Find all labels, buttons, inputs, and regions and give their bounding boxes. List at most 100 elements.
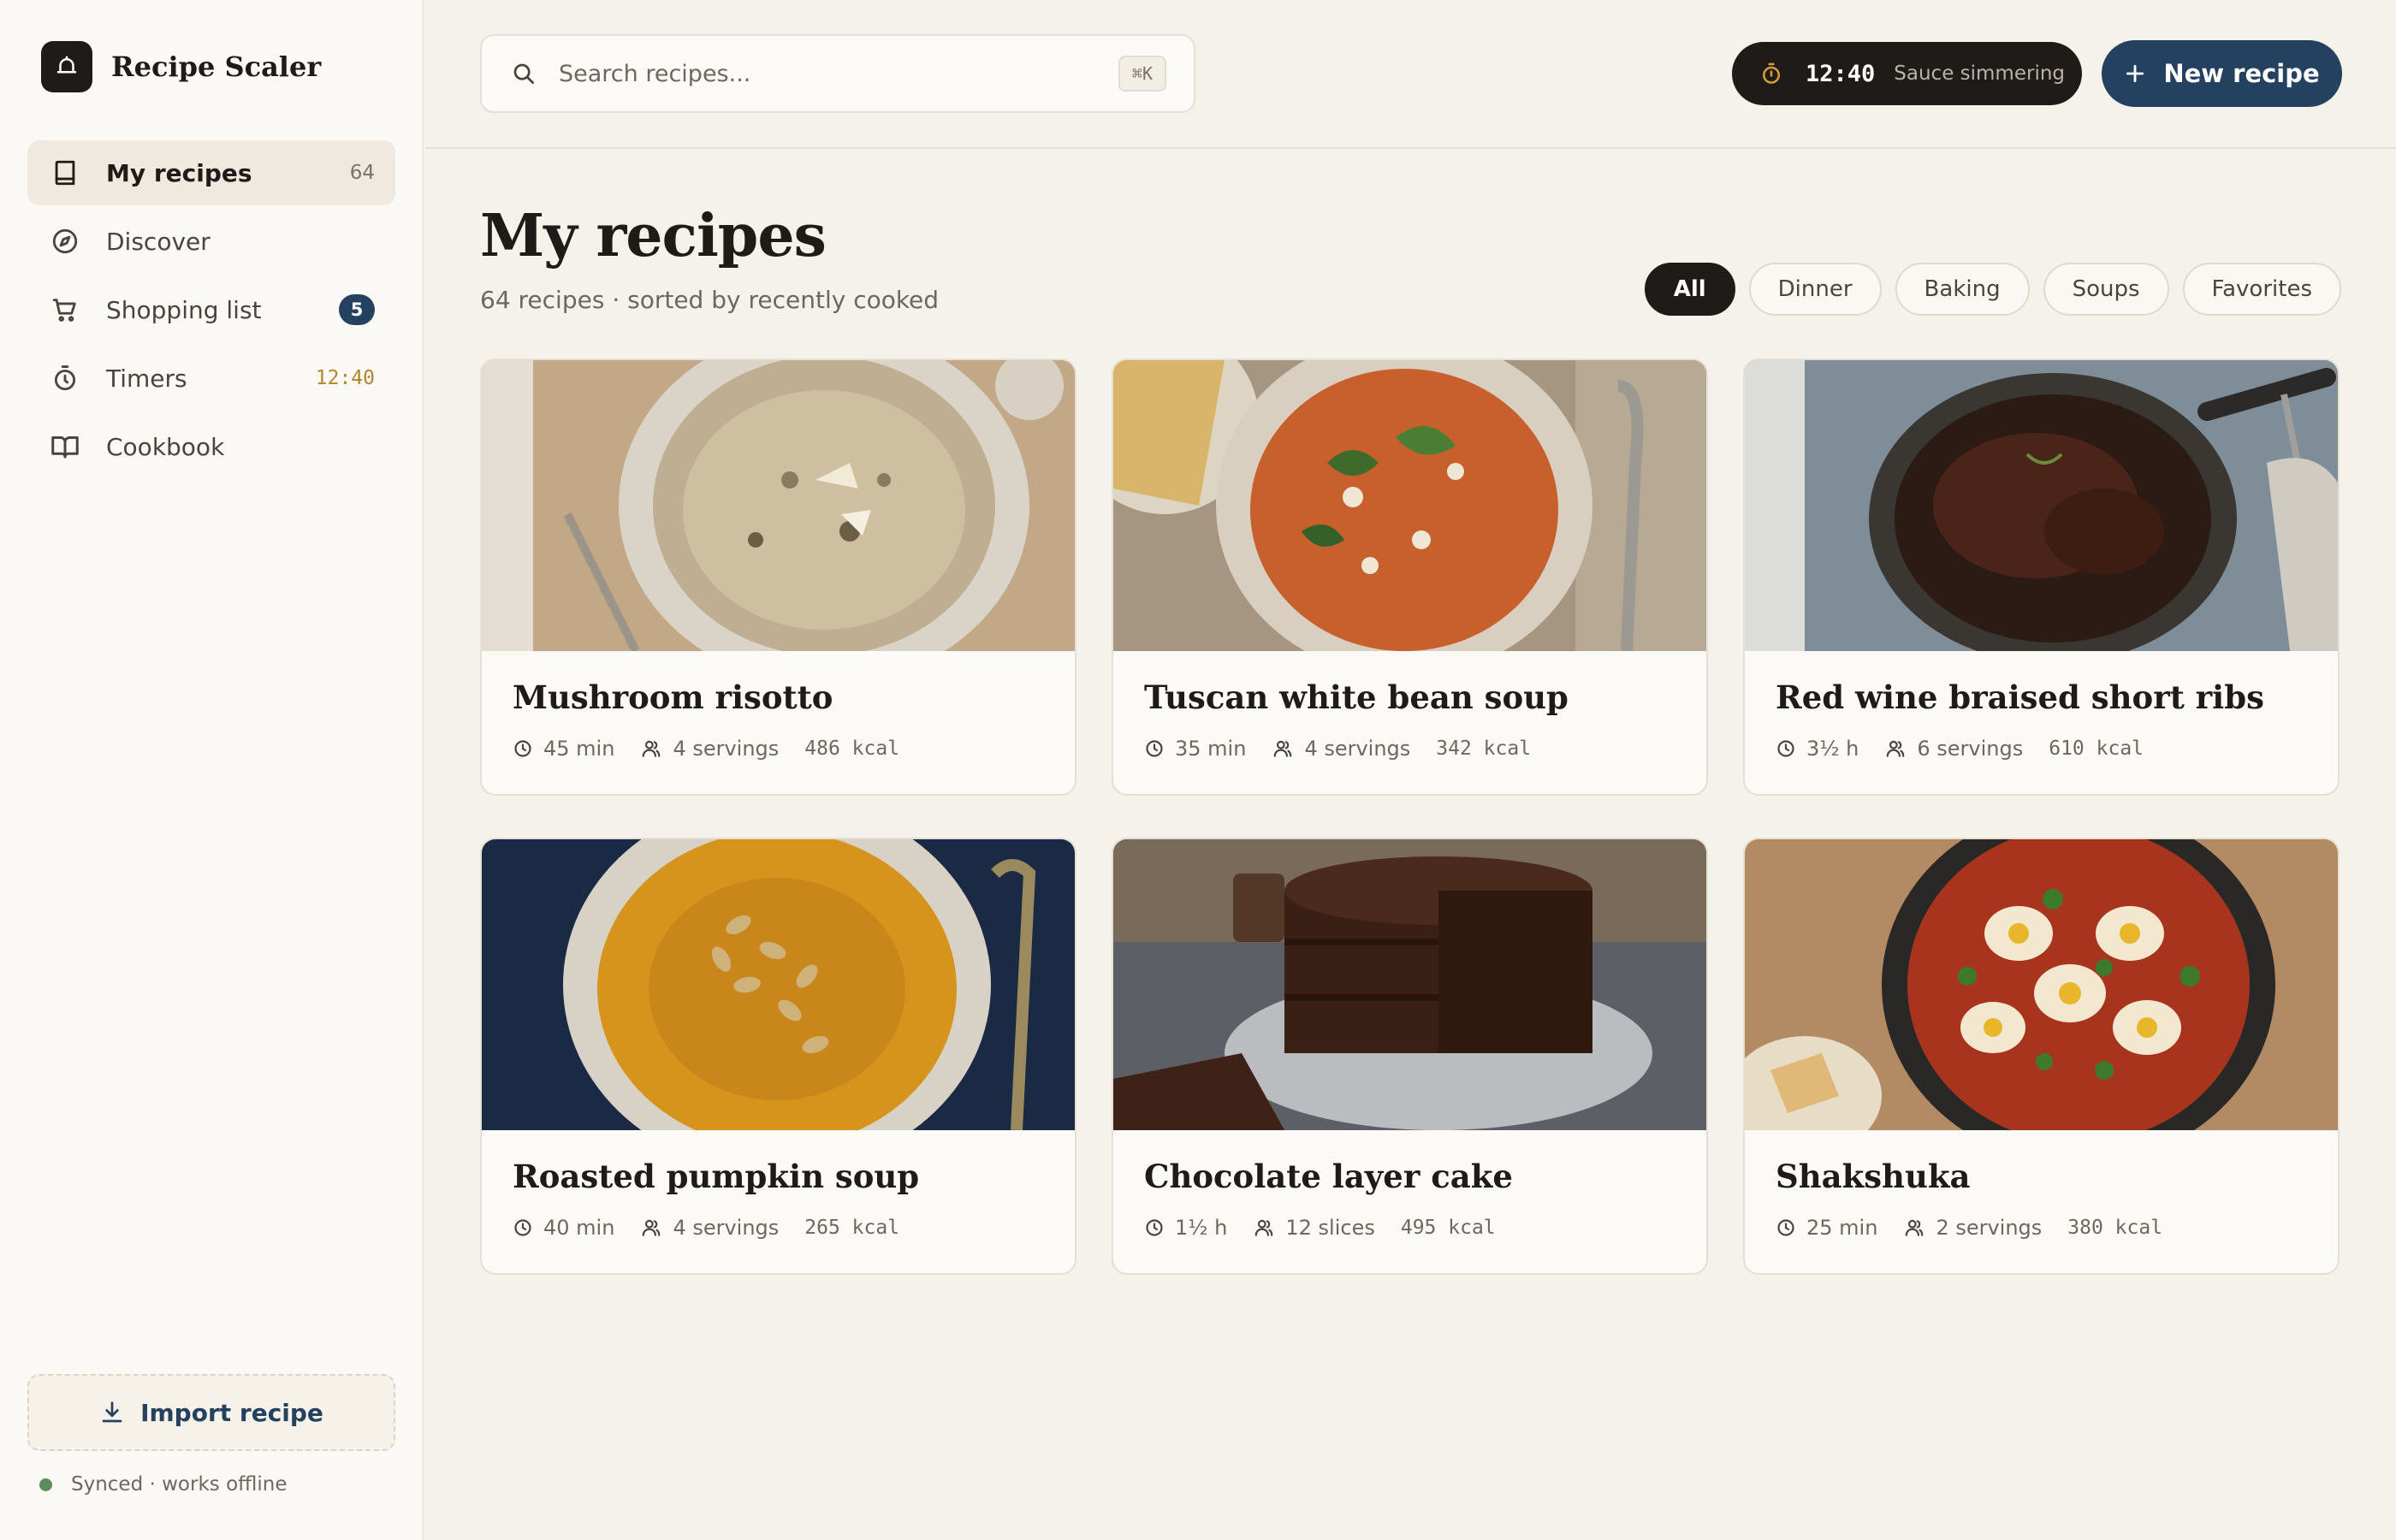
servings: 4 servings [1272,737,1410,761]
timer-remaining: 12:40 [315,367,375,389]
servings-value: 2 servings [1936,1216,2043,1240]
filter-all[interactable]: All [1644,263,1735,316]
filter-baking[interactable]: Baking [1895,263,2030,316]
import-label: Import recipe [140,1398,323,1427]
cook-time-value: 45 min [543,737,615,761]
timer-time: 12:40 [1806,60,1876,87]
person-icon [1274,740,1292,757]
cook-time: 1½ h [1144,1216,1227,1240]
recipe-card[interactable]: Red wine braised short ribs 3½ h 6 servi… [1743,358,2340,796]
stopwatch-icon [50,363,80,394]
search-icon [513,63,534,84]
recipe-photo [1745,360,2338,651]
recipe-card[interactable]: Chocolate layer cake 1½ h 12 slices 495 … [1112,838,1708,1275]
cook-time: 45 min [513,737,614,761]
cook-time-value: 35 min [1175,737,1247,761]
filter-chips: All Dinner Baking Soups Favorites [1631,263,2341,316]
cart-icon [50,294,80,325]
page-subtitle: 64 recipes · sorted by recently cooked [480,286,940,314]
cook-time: 3½ h [1776,737,1859,761]
calories: 610 kcal [2049,737,2144,760]
recipe-photo [482,360,1075,651]
recipe-title: Shakshuka [1776,1158,1971,1195]
open-book-icon [50,431,80,462]
recipe-title: Roasted pumpkin soup [513,1158,920,1195]
recipe-photo [1745,839,2338,1130]
import-recipe-button[interactable]: Import recipe [27,1374,395,1451]
search-shortcut: ⌘K [1118,56,1166,92]
servings: 4 servings [640,1216,779,1240]
person-icon [1887,740,1905,757]
recipe-card[interactable]: Roasted pumpkin soup 40 min 4 servings 2… [480,838,1076,1275]
filter-soups[interactable]: Soups [2043,263,2169,316]
active-timer[interactable]: 12:40 Sauce simmering [1732,42,2082,105]
page-title: My recipes [480,202,827,270]
recipe-title: Tuscan white bean soup [1144,678,1569,716]
servings-value: 6 servings [1917,737,2024,761]
calories: 380 kcal [2067,1217,2163,1239]
sync-status: Synced · works offline [39,1473,288,1496]
recipe-card[interactable]: Shakshuka 25 min 2 servings 380 kcal [1743,838,2340,1275]
person-icon [1906,1219,1924,1236]
sidebar-item-shopping-list[interactable]: Shopping list 5 [27,277,395,342]
cook-time: 25 min [1776,1216,1877,1240]
clock-icon [514,740,531,757]
sidebar-item-cookbook[interactable]: Cookbook [27,414,395,479]
sidebar-item-label: Timers [106,364,187,393]
sync-dot [39,1478,52,1491]
plus-icon [2126,64,2144,83]
bell-icon [41,41,92,92]
servings-value: 4 servings [673,737,780,761]
book-icon [50,157,80,188]
servings-value: 4 servings [673,1216,780,1240]
clock-icon [1146,740,1163,757]
recipe-card[interactable]: Tuscan white bean soup 35 min 4 servings… [1112,358,1708,796]
servings-value: 12 slices [1285,1216,1375,1240]
sidebar-item-timers[interactable]: Timers 12:40 [27,346,395,411]
new-recipe-button[interactable]: New recipe [2102,40,2342,107]
calories: 265 kcal [804,1217,900,1239]
person-icon [1255,1219,1273,1236]
recipe-meta: 1½ h 12 slices 495 kcal [1144,1216,1496,1240]
brand[interactable]: Recipe Scaler [41,41,321,92]
filter-favorites[interactable]: Favorites [2182,263,2341,316]
recipe-photo [1113,360,1706,651]
clock-icon [514,1219,531,1236]
recipe-photo [482,839,1075,1130]
new-recipe-label: New recipe [2163,59,2320,88]
sidebar-item-label: Cookbook [106,432,225,461]
recipe-photo [1113,839,1706,1130]
clock-icon [1777,740,1794,757]
search-box[interactable]: ⌘K [480,34,1195,113]
person-icon [643,1219,661,1236]
timer-label: Sauce simmering [1894,62,2066,85]
sidebar-item-discover[interactable]: Discover [27,209,395,274]
cook-time-value: 25 min [1806,1216,1878,1240]
search-input[interactable] [559,60,1118,87]
compass-icon [50,226,80,257]
sidebar-item-label: Discover [106,227,211,256]
cook-time-value: 3½ h [1806,737,1859,761]
app-name: Recipe Scaler [111,50,322,83]
filter-dinner[interactable]: Dinner [1748,263,1882,316]
calories: 495 kcal [1400,1217,1496,1239]
calories: 342 kcal [1436,737,1532,760]
clock-icon [1777,1219,1794,1236]
sidebar-item-my-recipes[interactable]: My recipes 64 [27,140,395,205]
recipe-count: 64 [349,162,375,184]
cook-time: 40 min [513,1216,614,1240]
recipe-meta: 25 min 2 servings 380 kcal [1776,1216,2162,1240]
timer-icon [1762,62,1781,84]
top-bar: ⌘K 12:40 Sauce simmering New recipe [425,0,2396,149]
servings: 4 servings [640,737,779,761]
cook-time-value: 40 min [543,1216,615,1240]
clock-icon [1146,1219,1163,1236]
recipe-meta: 45 min 4 servings 486 kcal [513,737,899,761]
recipe-title: Red wine braised short ribs [1776,678,2264,716]
cook-time: 35 min [1144,737,1246,761]
recipe-card[interactable]: Mushroom risotto 45 min 4 servings 486 k… [480,358,1076,796]
person-icon [643,740,661,757]
recipe-title: Chocolate layer cake [1144,1158,1513,1195]
sync-text: Synced · works offline [71,1473,288,1496]
shopping-count-badge: 5 [339,294,375,325]
